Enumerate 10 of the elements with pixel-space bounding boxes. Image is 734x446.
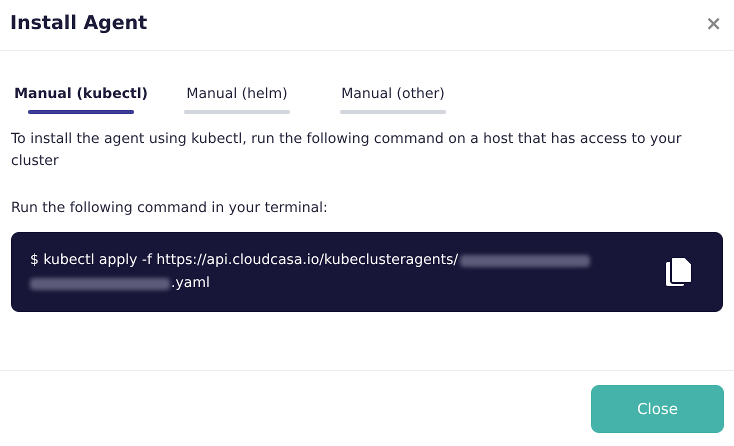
tab[interactable]: Manual (kubectl) [11, 82, 151, 114]
instruction-text: Run the following command in your terminal: [11, 200, 329, 216]
tab[interactable]: Manual (other) [323, 82, 463, 114]
dialog-title: Install Agent [10, 12, 148, 34]
close-button[interactable]: × [703, 11, 724, 35]
copy-icon[interactable] [665, 256, 693, 288]
description-text: To install the agent using kubectl, run the following command on a host that has access to your cluster [11, 130, 683, 171]
command-text: $ kubectl apply -f https://api.cloudcasa.io/kubeclusteragents/ [30, 251, 458, 270]
command-text: .yaml [171, 274, 210, 293]
tab[interactable]: Manual (helm) [167, 82, 307, 114]
